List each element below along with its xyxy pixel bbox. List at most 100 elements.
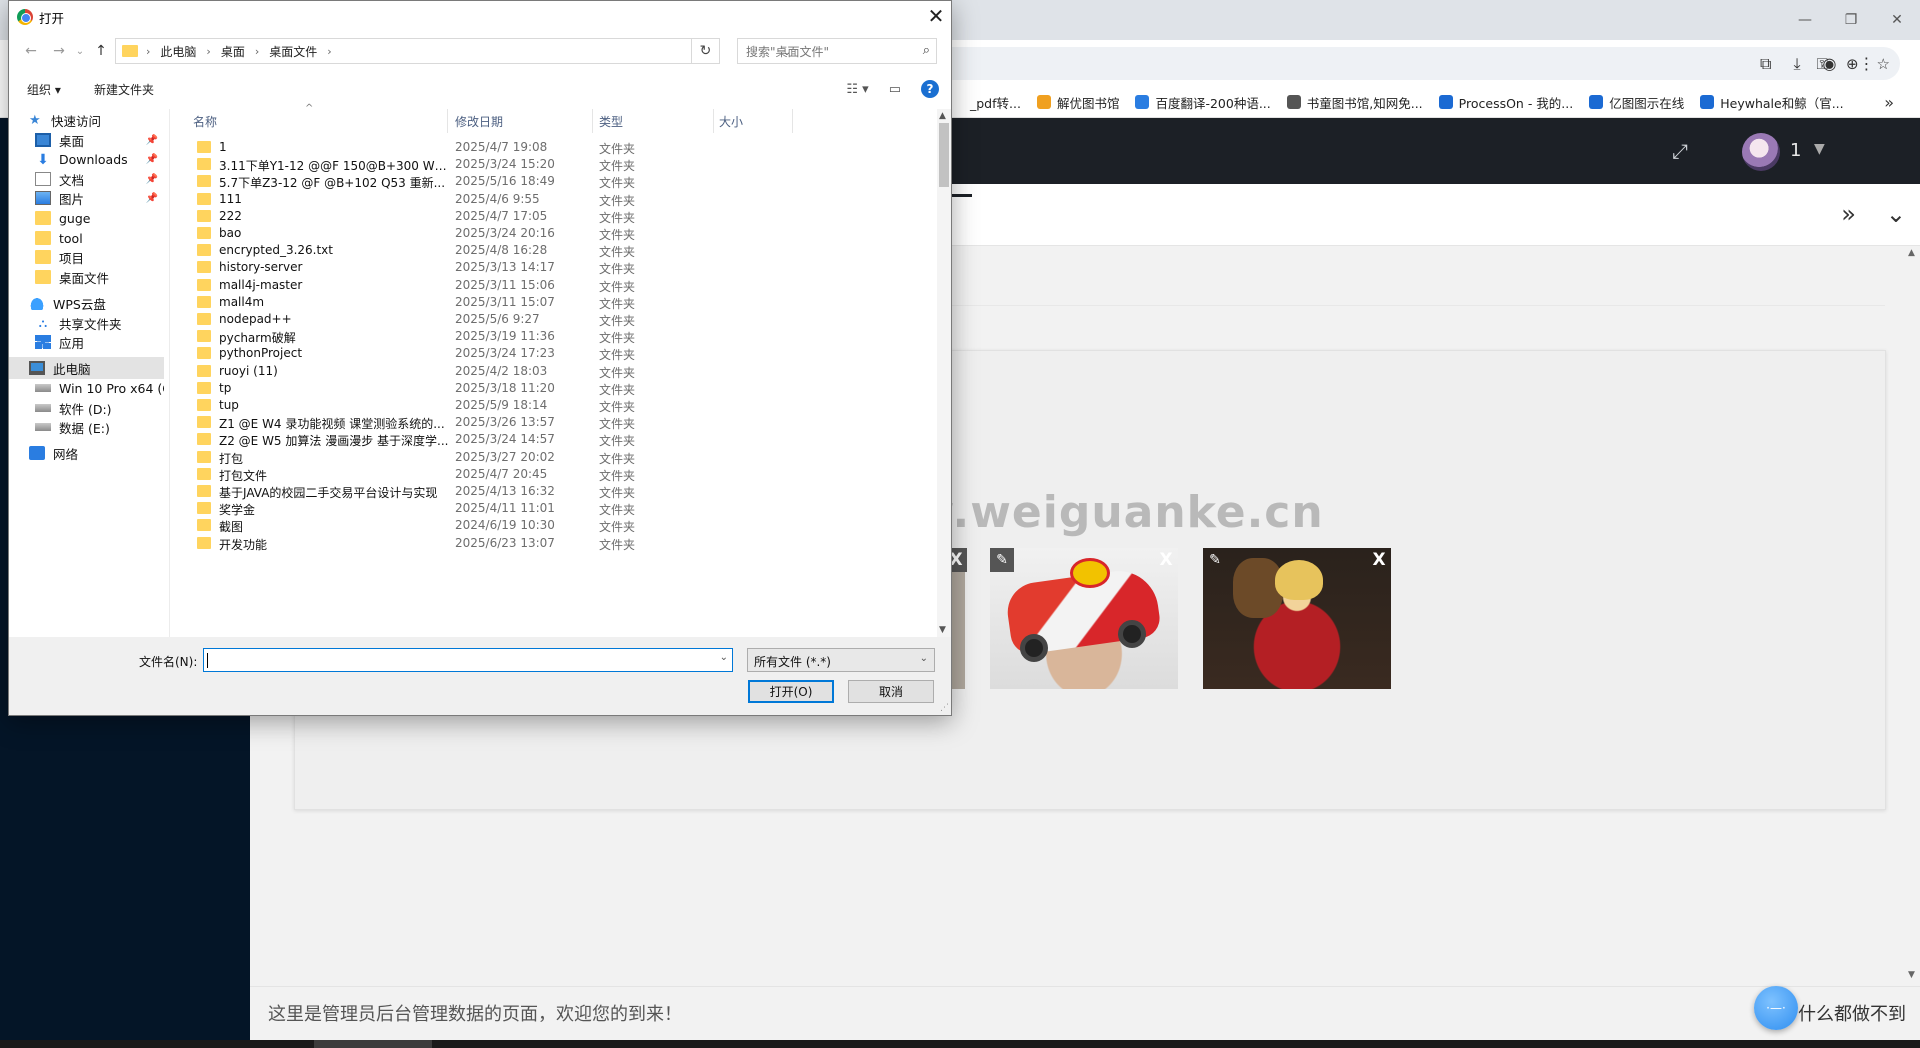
- breadcrumb-item[interactable]: 此电脑: [160, 43, 196, 60]
- nav-item[interactable]: WPS云盘: [9, 292, 164, 314]
- bookmark-label: 百度翻译-200种语...: [1155, 95, 1271, 111]
- recent-locations-button[interactable]: ⌄: [73, 37, 87, 65]
- column-size[interactable]: 大小: [719, 113, 743, 130]
- help-icon[interactable]: ?: [921, 80, 939, 98]
- download-icon[interactable]: ⤓: [1793, 54, 1800, 74]
- cancel-button[interactable]: 取消: [848, 680, 934, 703]
- scroll-down-icon[interactable]: ▼: [939, 625, 946, 635]
- nav-item[interactable]: ★ 快速访问: [9, 109, 164, 131]
- view-options-icon[interactable]: ☷ ▾: [846, 82, 868, 97]
- scrollbar-thumb[interactable]: [939, 123, 949, 187]
- fullscreen-icon[interactable]: ⤢: [1672, 139, 1688, 163]
- bookmark-item[interactable]: 解优图书馆: [1036, 93, 1119, 112]
- chevron-down-icon[interactable]: ⌄: [720, 652, 728, 663]
- nav-item[interactable]: Win 10 Pro x64 (C: [9, 377, 164, 399]
- nav-item[interactable]: guge: [9, 207, 164, 229]
- minimize-button[interactable]: —: [1782, 0, 1828, 40]
- bookmark-item[interactable]: 百度翻译-200种语...: [1135, 93, 1271, 112]
- organize-button[interactable]: 组织 ▾: [27, 81, 61, 98]
- bookmark-item[interactable]: Heywhale和鲸（官...: [1700, 93, 1844, 112]
- nav-item-label: 此电脑: [53, 361, 91, 377]
- drive-icon: [35, 384, 51, 392]
- breadcrumb[interactable]: › 此电脑 › 桌面 › 桌面文件 › ⌄: [115, 38, 791, 64]
- nav-item[interactable]: 数据 (E:): [9, 416, 164, 438]
- column-divider[interactable]: [447, 109, 448, 133]
- column-type[interactable]: 类型: [599, 113, 623, 130]
- taskbar-item[interactable]: [314, 1040, 432, 1048]
- nav-item[interactable]: 此电脑: [9, 357, 164, 379]
- chevron-right-icon[interactable]: ›: [255, 45, 259, 58]
- back-button[interactable]: ←: [21, 37, 41, 65]
- column-divider[interactable]: [713, 109, 714, 133]
- menu-icon[interactable]: ⋮: [1858, 54, 1874, 73]
- delete-image-button[interactable]: X: [1367, 548, 1391, 572]
- bookmark-item[interactable]: ProcessOn - 我的...: [1438, 93, 1573, 112]
- search-input[interactable]: 搜索"桌面文件" ⌕: [737, 38, 937, 64]
- dialog-titlebar[interactable]: 打开 ✕: [9, 1, 951, 31]
- folder-icon: [197, 192, 211, 205]
- floating-ball[interactable]: ·—·: [1754, 986, 1798, 1030]
- refresh-button[interactable]: ↻: [692, 38, 720, 64]
- edit-image-button[interactable]: ✎: [1203, 548, 1227, 572]
- edit-image-button[interactable]: ✎: [990, 548, 1014, 572]
- navigation-pane: ★ 快速访问 桌面 📌 ⬇ Downloads 📌 文档 📌 图片 📌 guge tool 项目 桌面文件 W…: [9, 109, 164, 637]
- pin-icon: 📌: [145, 173, 158, 185]
- nav-item-label: 软件 (D:): [59, 401, 112, 417]
- search-icon[interactable]: ⌕: [923, 43, 930, 58]
- nav-item[interactable]: 应用: [9, 331, 164, 353]
- caret-down-icon[interactable]: ▼: [1814, 141, 1825, 157]
- preview-pane-icon[interactable]: ▭: [889, 82, 901, 97]
- shell-logo: [1070, 558, 1110, 588]
- bookmarks-more-button[interactable]: »: [1884, 86, 1894, 118]
- scroll-up-icon[interactable]: ▲: [939, 111, 946, 121]
- filetype-select[interactable]: 所有文件 (*.*) ⌄: [747, 648, 935, 672]
- dialog-close-button[interactable]: ✕: [921, 1, 951, 31]
- folder-icon: [197, 158, 211, 171]
- nav-item[interactable]: 桌面文件: [9, 266, 164, 288]
- file-list-scrollbar[interactable]: ▲ ▼: [937, 109, 951, 637]
- page-scroll-up-icon[interactable]: ▲: [1908, 248, 1915, 258]
- column-name[interactable]: 名称: [193, 113, 217, 130]
- nav-item-label: Downloads: [59, 151, 128, 167]
- bookmark-item[interactable]: _pdf转...: [950, 93, 1021, 112]
- chevron-right-icon[interactable]: ›: [327, 45, 331, 58]
- browser-address-bar[interactable]: ⚿ ⊕ ☆: [900, 47, 1900, 80]
- page-scroll-down-icon[interactable]: ▼: [1908, 970, 1915, 980]
- bookmark-label: 亿图图示在线: [1609, 95, 1685, 111]
- resize-grip-icon[interactable]: ⋰: [940, 703, 949, 713]
- delete-image-button[interactable]: X: [1154, 548, 1178, 572]
- header-username[interactable]: 1: [1790, 140, 1801, 161]
- chevron-right-icon[interactable]: ›: [146, 45, 150, 58]
- bookmark-item[interactable]: 亿图图示在线: [1589, 93, 1684, 112]
- file-row[interactable]: 开发功能 2025/6/23 13:07 文件夹: [175, 533, 943, 554]
- image-thumb-car[interactable]: ✎ X: [990, 548, 1178, 689]
- breadcrumb-item[interactable]: 桌面文件: [269, 43, 317, 60]
- image-thumb-figure[interactable]: ✎ X: [1203, 548, 1391, 689]
- bookmark-item[interactable]: 书童图书馆,知网免...: [1286, 93, 1423, 112]
- column-divider[interactable]: [792, 109, 793, 133]
- chevron-right-icon[interactable]: ›: [206, 45, 210, 58]
- nav-item[interactable]: 网络: [9, 442, 164, 464]
- open-button[interactable]: 打开(O): [748, 680, 834, 703]
- breadcrumb-item[interactable]: 桌面: [221, 43, 245, 60]
- tabs-menu-icon[interactable]: ⌄: [1886, 200, 1906, 228]
- avatar[interactable]: [1742, 133, 1780, 171]
- profile-icon[interactable]: ◉: [1823, 54, 1837, 73]
- nav-item[interactable]: ⬇ Downloads 📌: [9, 148, 164, 170]
- column-divider[interactable]: [592, 109, 593, 133]
- file-date: 2025/3/24 14:57: [455, 432, 555, 447]
- chevron-down-icon[interactable]: ⌄: [920, 653, 928, 664]
- nav-item[interactable]: 项目: [9, 246, 164, 268]
- extensions-icon[interactable]: ⧉: [1760, 54, 1771, 74]
- new-folder-button[interactable]: 新建文件夹: [94, 81, 154, 98]
- file-name: encrypted_3.26.txt: [219, 243, 333, 258]
- filename-field[interactable]: ⌄: [203, 648, 733, 672]
- restore-button[interactable]: ❐: [1828, 0, 1874, 40]
- nav-item[interactable]: 图片 📌: [9, 187, 164, 209]
- star-bookmark-icon[interactable]: ☆: [1877, 55, 1890, 73]
- up-button[interactable]: ↑: [91, 37, 111, 65]
- close-window-button[interactable]: ✕: [1874, 0, 1920, 40]
- tabs-scroll-right-icon[interactable]: »: [1841, 200, 1856, 228]
- forward-button[interactable]: →: [49, 37, 69, 65]
- column-date[interactable]: 修改日期: [455, 113, 503, 130]
